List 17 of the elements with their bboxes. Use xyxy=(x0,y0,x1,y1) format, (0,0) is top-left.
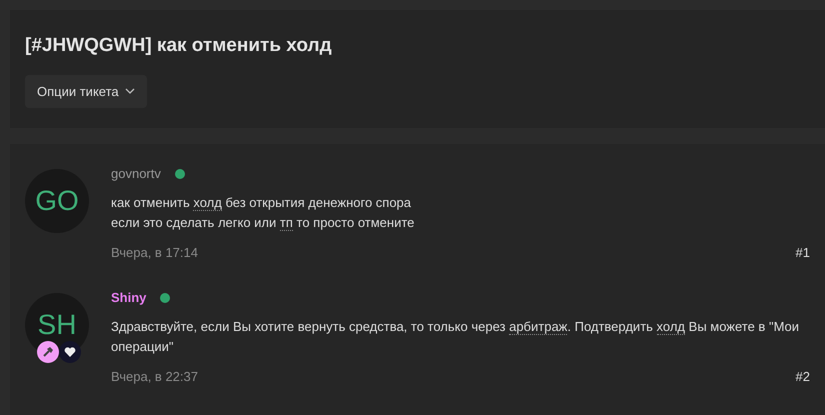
glossary-term[interactable]: холд xyxy=(656,318,686,334)
glossary-term[interactable]: арбитраж xyxy=(509,318,568,334)
post-time[interactable]: Вчера, в 17:14 xyxy=(111,242,198,262)
message-text: как отменить холд без открытия денежного спора xyxy=(111,194,412,212)
post-number[interactable]: #1 xyxy=(796,242,810,262)
caret-icon xyxy=(125,88,136,94)
ticket-options-button[interactable]: Опции тикета xyxy=(25,74,148,108)
glossary-term[interactable]: холд xyxy=(193,194,222,210)
author-name[interactable]: Shiny xyxy=(111,288,146,308)
avatar[interactable]: GO xyxy=(25,169,89,233)
message-text: если это сделать легко или тп то просто отмените xyxy=(111,214,416,232)
glossary-term[interactable]: тп xyxy=(280,214,293,230)
author-name[interactable]: govnortv xyxy=(111,164,161,184)
message-text: Здравствуйте, если Вы хотите вернуть средства, то только через арбитраж. Подтвердить холд Вы можете в "Мои операции" xyxy=(111,318,800,356)
ticket-title: [#JHWQGWH] как отменить холд xyxy=(25,34,333,58)
post-number[interactable]: #2 xyxy=(796,366,810,386)
post-time[interactable]: Вчера, в 22:37 xyxy=(111,366,198,386)
